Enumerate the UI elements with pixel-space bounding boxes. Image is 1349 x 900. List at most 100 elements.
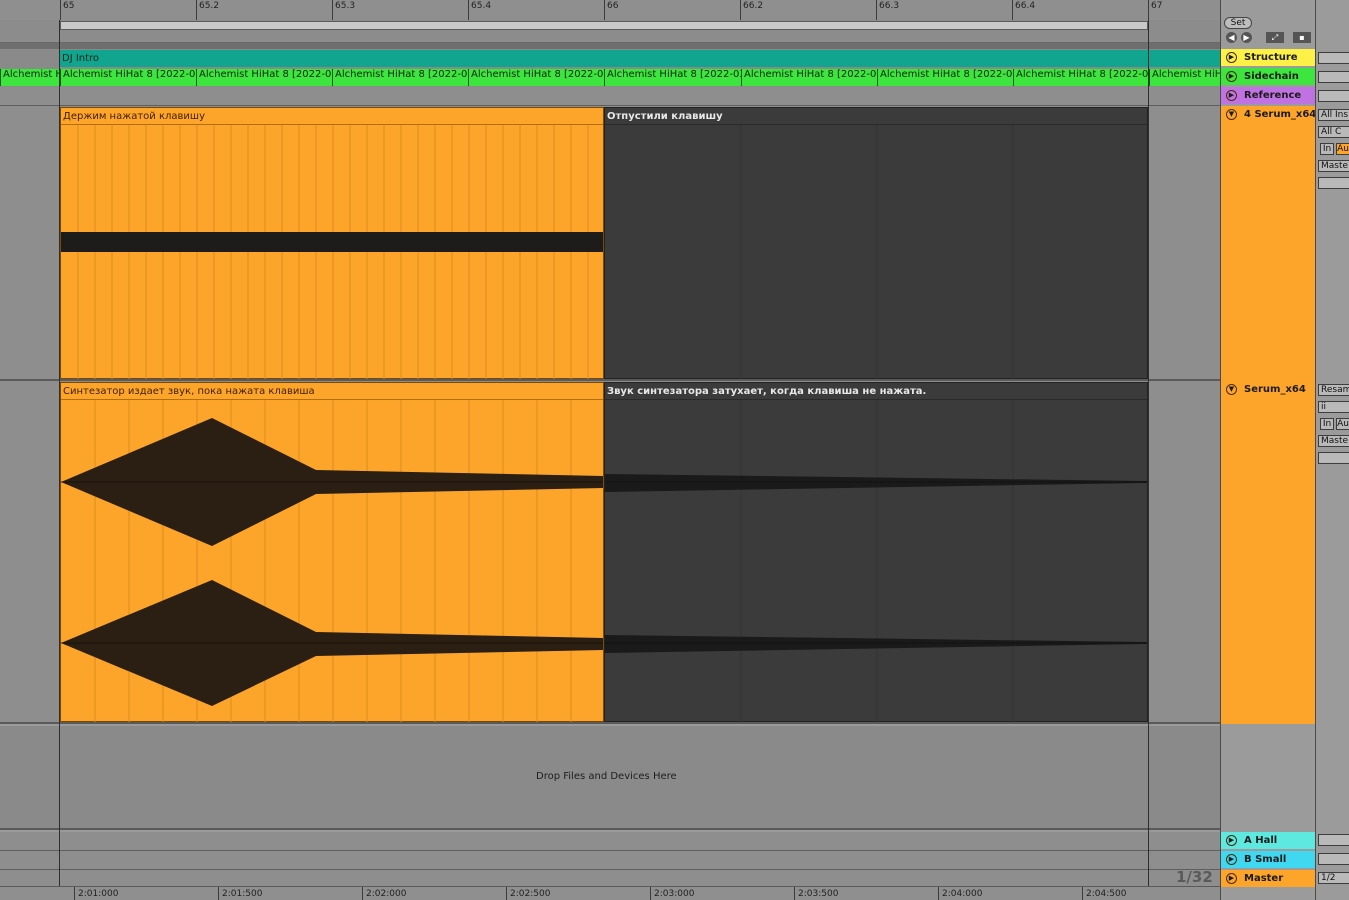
time-tick: 2:01:500 [218,887,262,900]
time-tick: 2:04:500 [1082,887,1126,900]
audio-to-select[interactable]: Maste [1318,435,1349,447]
time-tick: 2:02:500 [506,887,550,900]
drop-zone-label: Drop Files and Devices Here [536,771,677,782]
loop-end-marker[interactable] [1148,20,1149,886]
clip-title: Держим нажатой клавишу [61,108,603,125]
io-slot[interactable] [1318,853,1349,865]
track-header-master[interactable]: ▶ Master [1221,870,1315,887]
set-button[interactable]: Set [1224,17,1252,29]
master-out-select[interactable]: 1/2 [1318,872,1349,884]
fold-icon[interactable]: ▼ [1226,384,1237,395]
loop-brace[interactable] [60,21,1148,30]
io-column: All Ins All C In Au Maste Resam ii In Au… [1315,0,1349,900]
structure-clip[interactable]: DJ Intro [60,50,1220,67]
fold-icon[interactable]: ▶ [1226,90,1237,101]
track-header-reference[interactable]: ▶ Reference [1221,87,1315,104]
ruler-tick: 66 [604,0,618,20]
clip-title: Звук синтезатора затухает, когда клавиша… [605,383,1147,400]
track-name: A Hall [1244,835,1278,846]
audio-clip-held[interactable]: Синтезатор издает звук, пока нажата клав… [60,382,604,722]
lock-icon[interactable]: ▪ [1293,32,1311,43]
clip-title: Отпустили клавишу [605,108,1147,125]
ruler-tick: 65.3 [332,0,355,20]
hihat-clip[interactable]: Alchemist HiHat 8 [2022-03 [741,69,877,86]
io-slot[interactable] [1318,52,1349,64]
audio-channel-select[interactable]: ii [1318,401,1349,413]
hihat-clip[interactable]: Alchemist HiHat 8 [2022-03 [604,69,741,86]
track-header-4-serum[interactable]: ▼ 4 Serum_x64 [1221,106,1317,381]
clip-title: Синтезатор издает звук, пока нажата клав… [61,383,603,400]
time-tick: 2:01:000 [74,887,118,900]
fold-icon[interactable]: ▼ [1226,109,1237,120]
midi-clip-held[interactable]: Держим нажатой клавишу [60,107,604,379]
io-slot[interactable] [1318,71,1349,83]
track-name: 4 Serum_x64 [1244,109,1317,120]
track-name: Master [1244,873,1284,884]
audio-clip-release[interactable]: Звук синтезатора затухает, когда клавиша… [604,382,1148,722]
sidechain-lane: Alchemist H Alchemist HiHat 8 [2022-03 A… [0,68,1220,87]
hihat-clip[interactable]: Alchemist HiHat 8 [2022-03 [60,69,196,86]
monitor-in-button[interactable]: In [1320,143,1334,155]
hihat-clip[interactable]: Alchemist HiHat 8 [2022-03 [196,69,332,86]
ruler-tick: 66.3 [876,0,899,20]
track-header-b-small[interactable]: ▶ B Small [1221,851,1315,868]
loop-bar[interactable] [0,20,1220,43]
track-name: Reference [1244,90,1302,101]
midi-clip-release[interactable]: Отпустили клавишу [604,107,1148,379]
ruler-tick: 67 [1148,0,1162,20]
waveform-release [605,400,1147,722]
time-ruler[interactable]: 2:01:000 2:01:500 2:02:000 2:02:500 2:03… [0,886,1220,900]
hihat-clip-row: Alchemist H Alchemist HiHat 8 [2022-03 A… [0,69,1220,86]
hihat-clip[interactable]: Alchemist HiHat 8 [2022-03 [1013,69,1149,86]
midi-from-select[interactable]: All Ins [1318,109,1349,121]
fold-icon[interactable]: ▶ [1226,52,1237,63]
drop-zone-inner: Drop Files and Devices Here [0,726,1220,828]
midi-channel-select[interactable]: All C [1318,126,1349,138]
master-lane [0,870,1220,886]
ruler-tick: 66.2 [740,0,763,20]
midi-to-channel[interactable] [1318,177,1349,189]
track-header-serum[interactable]: ▼ Serum_x64 [1221,381,1315,724]
time-tick: 2:03:500 [794,887,838,900]
hihat-clip[interactable]: Alchemist H [0,69,60,86]
track-header-structure[interactable]: ▶ Structure [1221,49,1315,66]
midi-track-lane: Держим нажатой клавишу Отпустили клавишу [0,106,1220,381]
beat-ruler[interactable]: 65 65.2 65.3 65.4 66 66.2 66.3 66.4 67 [0,0,1220,20]
grid-zoom-label[interactable]: 1/32 [1176,868,1213,886]
hihat-clip[interactable]: Alchemist HiHat 8 [2022-03 [877,69,1013,86]
ruler-tick: 66.4 [1012,0,1035,20]
prev-locator-icon[interactable]: ◀ [1226,32,1237,43]
track-name: B Small [1244,854,1287,865]
fold-icon[interactable]: ▶ [1226,835,1237,846]
ruler-tick: 65.2 [196,0,219,20]
loop-start-marker[interactable] [59,20,60,886]
midi-to-select[interactable]: Maste [1318,160,1349,172]
monitor-auto-button[interactable]: Au [1336,143,1349,155]
midi-grid-dark [740,125,1014,379]
hihat-clip[interactable]: Alchemist HiH [1149,69,1220,86]
track-header-sidechain[interactable]: ▶ Sidechain [1221,68,1315,85]
audio-monitor-in-button[interactable]: In [1320,418,1334,430]
expand-icon[interactable]: ⤢ [1266,32,1284,43]
audio-from-select[interactable]: Resam [1318,384,1349,396]
io-slot[interactable] [1318,90,1349,102]
track-header-a-hall[interactable]: ▶ A Hall [1221,832,1315,849]
track-name: Sidechain [1244,71,1299,82]
fold-icon[interactable]: ▶ [1226,854,1237,865]
hihat-clip[interactable]: Alchemist HiHat 8 [2022-03 [468,69,604,86]
audio-monitor-auto-button[interactable]: Au [1336,418,1349,430]
io-slot[interactable] [1318,834,1349,846]
drop-zone[interactable]: Drop Files and Devices Here [0,726,1220,830]
return-b-lane [0,851,1220,870]
next-locator-icon[interactable]: ▶ [1241,32,1252,43]
hihat-clip[interactable]: Alchemist HiHat 8 [2022-03 [332,69,468,86]
audio-to-channel[interactable] [1318,452,1349,464]
fold-icon[interactable]: ▶ [1226,873,1237,884]
track-name: Serum_x64 [1244,384,1306,395]
time-tick: 2:04:000 [938,887,982,900]
midi-note[interactable] [61,232,603,252]
reference-lane [0,87,1220,106]
fold-icon[interactable]: ▶ [1226,71,1237,82]
audio-track-lane: Синтезатор издает звук, пока нажата клав… [0,381,1220,724]
time-tick: 2:02:000 [362,887,406,900]
